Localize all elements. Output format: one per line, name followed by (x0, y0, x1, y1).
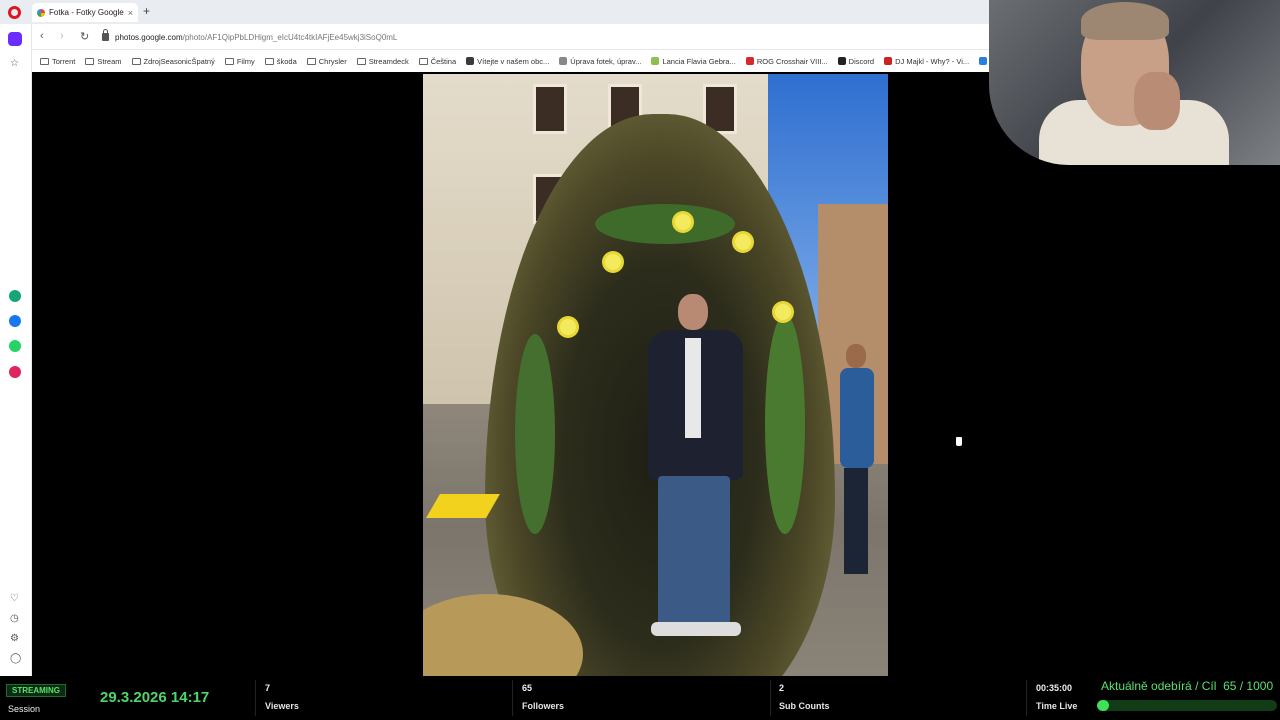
folder-icon (264, 57, 274, 65)
subscriber-goal-fill (1097, 700, 1109, 711)
streaming-badge: STREAMING (6, 684, 66, 697)
bookmark-label: ZdrojSeasonicŠpatný (143, 56, 215, 66)
site-icon (745, 57, 754, 65)
bookmark-item[interactable]: ZdrojSeasonicŠpatný (131, 56, 215, 66)
bookmark-item[interactable]: Úprava fotek, úprav... (559, 57, 641, 66)
bookmark-label: ROG Crosshair VIII... (756, 56, 828, 66)
lightbulb-icon[interactable]: ◯ (10, 653, 21, 664)
viewers-label: Viewers (265, 701, 299, 711)
hand-cursor-icon (955, 436, 963, 447)
bookmark-item[interactable]: DJ Majkl - Why? - Vi... (884, 57, 969, 66)
subscriber-goal-count: 65 / 1000 (1223, 679, 1274, 693)
whatsapp-icon[interactable] (9, 340, 21, 352)
bookmark-item[interactable]: Lancia Flavia Gebra... (651, 56, 736, 66)
man-figure (633, 294, 753, 654)
messenger-icon[interactable] (9, 315, 21, 327)
bookmark-item[interactable]: Streamdeck (356, 56, 409, 66)
bookmark-label: Chrysler (318, 56, 347, 66)
followers-label: Followers (522, 701, 565, 711)
bookmark-label: Čeština (430, 56, 457, 66)
tab-title: Fotka - Fotky Google (49, 8, 124, 17)
bookmark-label: Discord (848, 56, 875, 66)
site-icon (979, 57, 988, 65)
woman-figure (836, 344, 876, 584)
bookmark-label: Lancia Flavia Gebra... (662, 56, 736, 66)
bookmark-item[interactable]: Chrysler (306, 56, 347, 66)
bookmark-item[interactable]: ROG Crosshair VIII... (745, 56, 828, 66)
viewers-value: 7 (265, 683, 271, 693)
folder-icon (85, 57, 95, 65)
bookmark-label: Streamdeck (368, 56, 409, 66)
folder-icon (356, 57, 366, 65)
stream-overlay-bar: STREAMING Session 29.3.2026 14:17 7 View… (0, 676, 1280, 720)
bookmark-label: Vítejte v našem obc... (477, 56, 550, 66)
bookmark-label: Stream (97, 56, 122, 66)
session-label: Session (8, 704, 41, 714)
photo (423, 74, 888, 676)
time-live-label: Time Live (1036, 701, 1078, 711)
settings-icon[interactable]: ⚙ (10, 633, 19, 644)
bookmark-item[interactable]: Filmy (224, 56, 255, 66)
site-icon (651, 57, 660, 65)
site-icon (837, 57, 846, 65)
bookmark-label: DJ Majkl - Why? - Vi... (895, 56, 970, 66)
subcounts-value: 2 (779, 683, 785, 693)
bookmark-item[interactable]: Torrent (40, 57, 75, 66)
music-player-icon[interactable] (9, 366, 21, 378)
bookmark-label: Úprava fotek, úprav... (570, 56, 642, 66)
subscriber-goal-title: Aktuálně odebírá / Cíl 65 / 1000 (1101, 679, 1274, 693)
followers-value: 65 (522, 683, 533, 693)
site-icon (884, 57, 893, 65)
close-tab-icon[interactable]: × (128, 8, 133, 18)
new-tab-button[interactable]: + (143, 4, 150, 18)
google-photos-icon (37, 8, 45, 17)
folder-icon (224, 57, 234, 65)
chatgpt-icon[interactable] (9, 290, 21, 302)
bookmark-item[interactable]: Vítejte v našem obc... (466, 57, 549, 66)
folder-icon (40, 57, 49, 65)
reload-icon[interactable]: ↻ (80, 30, 89, 43)
opera-logo-icon[interactable] (8, 6, 21, 19)
folder-icon (131, 57, 141, 65)
folder-icon (418, 57, 428, 65)
doc-icon (559, 57, 568, 65)
history-icon[interactable]: ◷ (10, 613, 19, 624)
datetime: 29.3.2026 14:17 (100, 689, 210, 706)
bookmark-item[interactable]: Discord (837, 56, 875, 66)
site-icon (466, 57, 475, 65)
home-icon[interactable] (8, 32, 22, 46)
bookmark-label: Torrent (52, 56, 76, 66)
back-icon[interactable]: ‹ (40, 30, 44, 42)
bookmark-item[interactable]: Stream (85, 56, 122, 66)
url-text: photos.google.com/photo/AF1QipPbLDHigm_e… (115, 32, 398, 42)
address-bar[interactable]: photos.google.com/photo/AF1QipPbLDHigm_e… (102, 28, 982, 46)
subcounts-label: Sub Counts (779, 701, 830, 711)
bookmark-item[interactable]: Čeština (418, 56, 457, 66)
bookmark-item[interactable]: škoda (264, 56, 297, 66)
heart-icon[interactable]: ♡ (10, 593, 19, 604)
tab-google-photos[interactable]: Fotka - Fotky Google × (32, 3, 138, 22)
browser-sidebar: ☆ ♡ ◷ ⚙ ◯ (0, 24, 32, 676)
forward-icon[interactable]: › (60, 30, 64, 42)
subscriber-goal-bar (1097, 700, 1277, 711)
pinboard-icon[interactable]: ☆ (10, 58, 19, 69)
webcam-feed (989, 0, 1280, 165)
lock-icon (102, 29, 109, 41)
bookmark-label: Filmy (236, 56, 255, 66)
bookmark-label: škoda (276, 56, 297, 66)
time-live-value: 00:35:00 (1036, 683, 1073, 693)
folder-icon (306, 57, 316, 65)
